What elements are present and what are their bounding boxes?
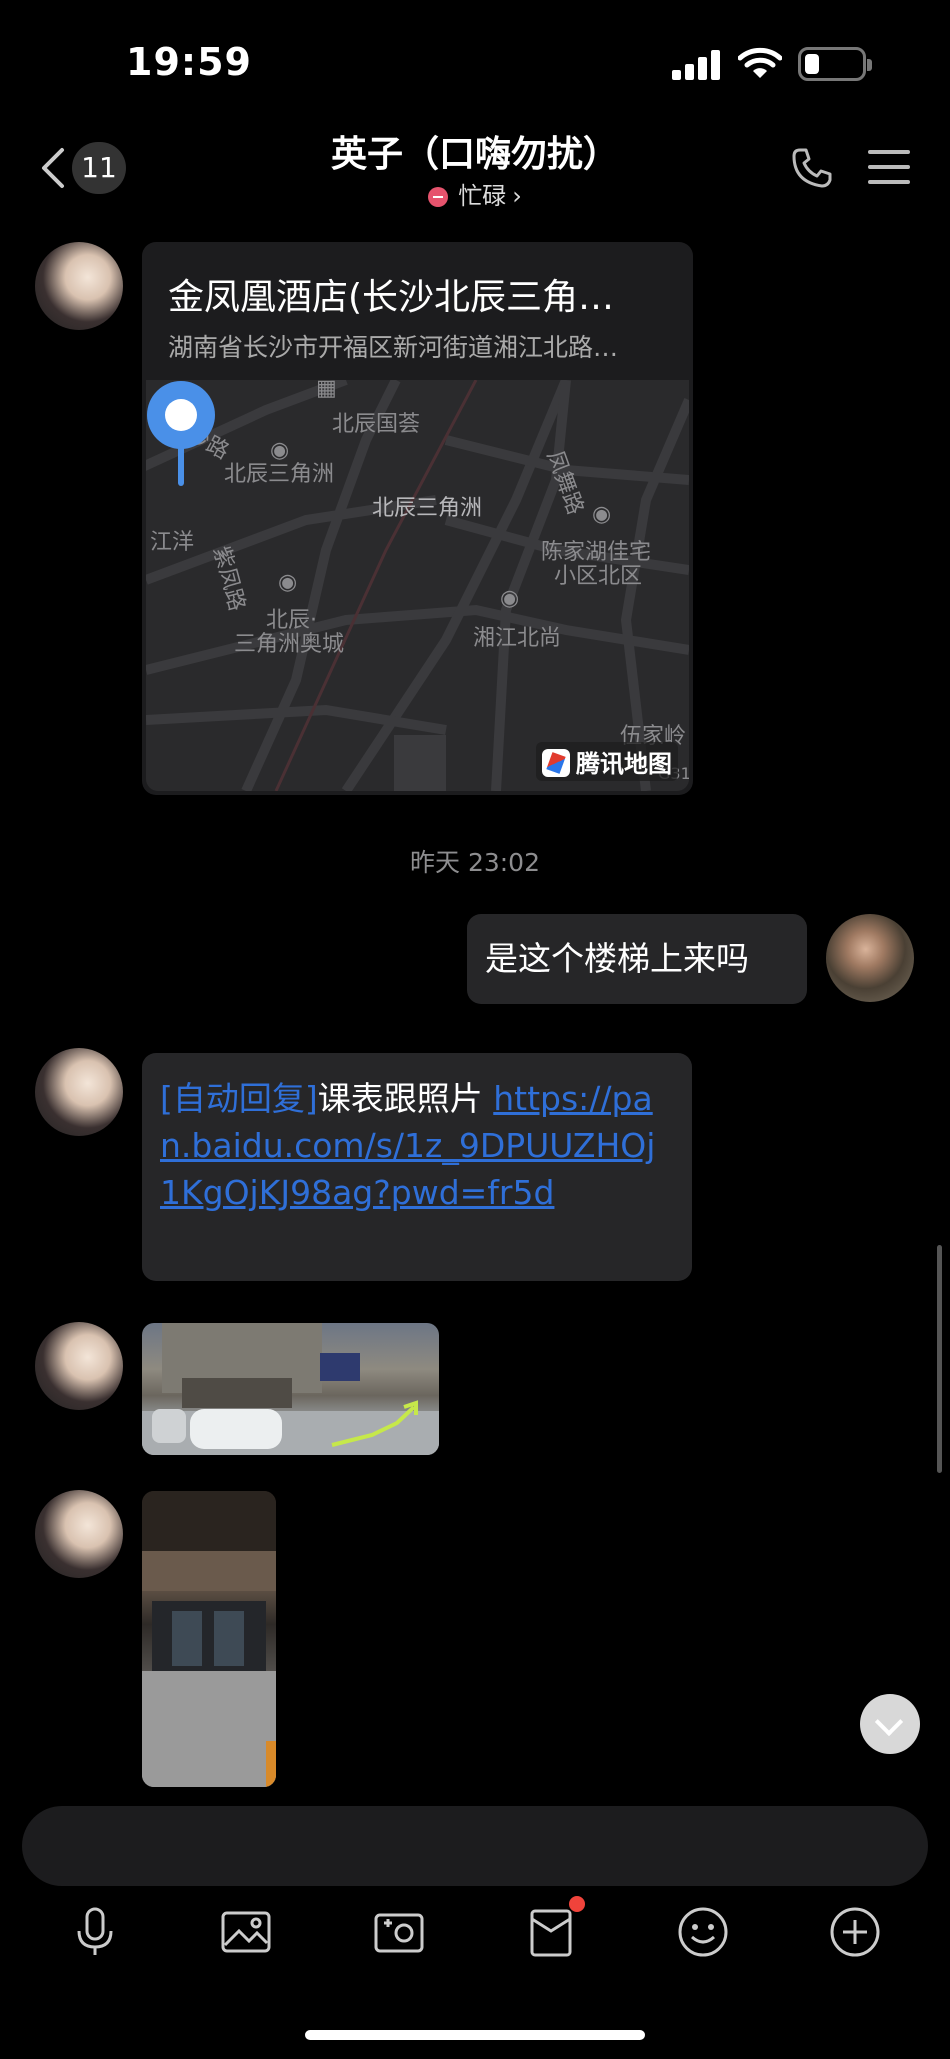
contact-avatar[interactable]: [35, 1490, 123, 1578]
hotel-entrance-photo: [142, 1323, 439, 1455]
plus-icon[interactable]: [828, 1905, 882, 1959]
location-title: 金凤凰酒店(长沙北辰三角…: [168, 277, 615, 318]
notification-dot: [569, 1896, 585, 1912]
map-label: 三角洲奥城: [234, 632, 345, 657]
scrollbar[interactable]: [937, 1245, 942, 1473]
location-address: 湖南省长沙市开福区新河街道湘江北路…: [168, 333, 619, 362]
contact-avatar[interactable]: [35, 242, 123, 330]
wifi-icon: [738, 47, 782, 78]
emoji-icon[interactable]: [676, 1905, 730, 1959]
map-label: 江洋: [150, 530, 195, 555]
stairway-entrance-photo: [142, 1491, 276, 1787]
photo-album-icon[interactable]: [219, 1905, 273, 1959]
incoming-message[interactable]: [自动回复]课表跟照片 https://pan.baidu.com/s/1z_9…: [142, 1053, 692, 1281]
map-label: 小区北区: [554, 564, 643, 589]
location-message-card[interactable]: 金凤凰酒店(长沙北辰三角… 湖南省长沙市开福区新河街道湘江北路… ▦ 平沙路: [142, 242, 693, 795]
battery-icon: [798, 47, 872, 81]
red-packet-icon[interactable]: [524, 1905, 578, 1959]
image-message[interactable]: [142, 1491, 276, 1787]
location-pin-icon: [147, 381, 215, 486]
poi-icon: ◉: [278, 570, 298, 595]
my-avatar[interactable]: [826, 914, 914, 1002]
tencent-map-icon: [542, 749, 570, 777]
map-label: 北辰国荟: [332, 412, 421, 437]
busy-status-icon: [428, 187, 449, 207]
cellular-signal-icon: [672, 50, 722, 80]
phone-call-icon[interactable]: [790, 146, 834, 190]
auto-reply-text: 课表跟照片: [317, 1079, 494, 1118]
location-map[interactable]: ▦ 平沙路 北辰国荟 ◉ 北辰三角洲 北辰三角洲 江洋 凤舞路 ◉ 陈家湖佳宅 …: [146, 380, 689, 791]
contact-avatar[interactable]: [35, 1322, 123, 1410]
poi-icon: ◉: [592, 502, 612, 527]
map-label: 北辰三角洲: [224, 462, 335, 487]
home-indicator: [305, 2030, 645, 2040]
status-time: 19:59: [126, 40, 252, 84]
more-menu-icon[interactable]: [868, 150, 910, 186]
poi-icon: ▦: [316, 380, 337, 401]
message-input[interactable]: [22, 1806, 928, 1886]
map-label: 北辰三角洲: [372, 496, 483, 521]
image-message[interactable]: [142, 1323, 439, 1455]
auto-reply-tag: [自动回复]: [160, 1079, 318, 1118]
camera-icon[interactable]: [372, 1905, 426, 1959]
outgoing-message[interactable]: 是这个楼梯上来吗: [467, 914, 807, 1004]
scroll-to-bottom-button[interactable]: [860, 1694, 920, 1754]
poi-icon: ◉: [500, 586, 520, 611]
chevron-right-icon: ›: [512, 182, 522, 210]
message-timestamp: 昨天 23:02: [410, 848, 540, 877]
contact-avatar[interactable]: [35, 1048, 123, 1136]
map-provider-name: 腾讯地图: [576, 750, 672, 778]
map-label: 湘江北尚: [473, 626, 562, 651]
microphone-icon[interactable]: [68, 1905, 122, 1959]
status-text: 忙碌: [458, 182, 507, 210]
map-provider-logo: 腾讯地图: [536, 742, 678, 781]
